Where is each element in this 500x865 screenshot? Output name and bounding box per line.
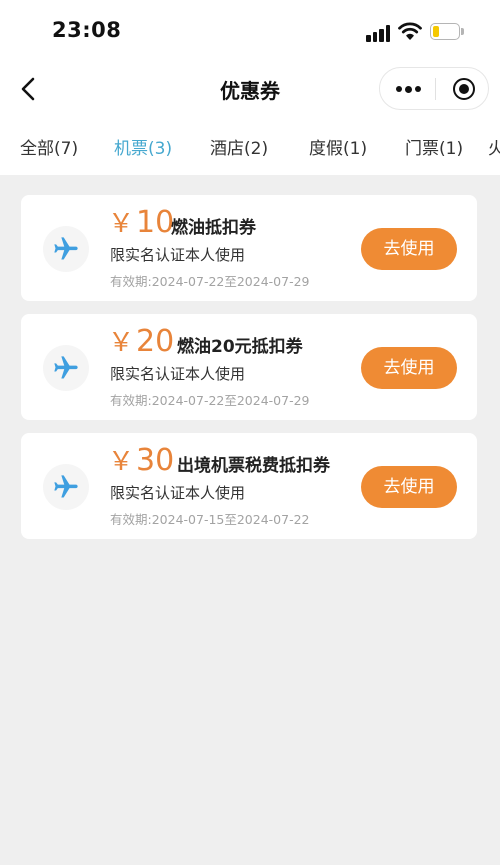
use-coupon-button[interactable]: 去使用: [361, 228, 457, 270]
status-bar: 23:08: [0, 0, 500, 62]
coupon-desc: 限实名认证本人使用: [110, 246, 246, 264]
status-time: 23:08: [52, 18, 122, 42]
coupon-amount: ￥30: [108, 441, 174, 478]
coupon-title: 燃油20元抵扣券: [177, 337, 303, 357]
tab-hotels[interactable]: 酒店(2): [210, 134, 268, 159]
wifi-icon: [398, 21, 422, 41]
coupon-title: 出境机票税费抵扣券: [177, 456, 330, 476]
tab-vacation[interactable]: 度假(1): [309, 134, 367, 159]
back-button[interactable]: [16, 74, 42, 104]
chevron-left-icon: [21, 77, 35, 101]
amount-value: 10: [136, 205, 175, 240]
coupon-validity: 有效期:2024-07-22至2024-07-29: [110, 393, 310, 408]
target-circle-icon[interactable]: [453, 78, 475, 100]
coupon-validity: 有效期:2024-07-15至2024-07-22: [110, 512, 310, 527]
tab-train-partial[interactable]: 火: [488, 134, 500, 159]
category-tabs: 全部(7) 机票(3) 酒店(2) 度假(1) 门票(1) 火: [0, 124, 500, 168]
nav-bar: 优惠券: [0, 62, 500, 118]
miniprogram-capsule: [379, 67, 489, 110]
airplane-icon: [43, 345, 89, 391]
use-coupon-button[interactable]: 去使用: [361, 347, 457, 389]
currency-symbol: ￥: [108, 209, 135, 239]
capsule-divider: [435, 78, 436, 100]
currency-symbol: ￥: [108, 447, 135, 477]
cellular-signal-icon: [366, 24, 392, 42]
tab-all[interactable]: 全部(7): [20, 134, 78, 159]
coupon-desc: 限实名认证本人使用: [110, 484, 246, 502]
coupon-amount: ￥10: [108, 203, 174, 240]
use-coupon-button[interactable]: 去使用: [361, 466, 457, 508]
coupon-title: 燃油抵扣券: [171, 218, 256, 238]
airplane-icon: [43, 226, 89, 272]
page-title: 优惠券: [220, 79, 280, 103]
coupon-card: ￥10 燃油抵扣券 限实名认证本人使用 有效期:2024-07-22至2024-…: [21, 195, 477, 301]
coupon-card: ￥30 出境机票税费抵扣券 限实名认证本人使用 有效期:2024-07-15至2…: [21, 433, 477, 539]
tab-flights[interactable]: 机票(3): [114, 134, 172, 159]
coupon-desc: 限实名认证本人使用: [110, 365, 246, 383]
coupon-card: ￥20 燃油20元抵扣券 限实名认证本人使用 有效期:2024-07-22至20…: [21, 314, 477, 420]
tab-tickets[interactable]: 门票(1): [405, 134, 463, 159]
coupon-validity: 有效期:2024-07-22至2024-07-29: [110, 274, 310, 289]
more-dots-icon[interactable]: [380, 68, 435, 109]
airplane-icon: [43, 464, 89, 510]
currency-symbol: ￥: [108, 328, 135, 358]
coupon-amount: ￥20: [108, 322, 174, 359]
top-panel: 23:08 优惠券 全部(7) 机票(3) 酒店(2) 度假(1) 门票(1) …: [0, 0, 500, 175]
battery-icon: [430, 23, 464, 41]
amount-value: 20: [136, 324, 175, 359]
amount-value: 30: [136, 443, 175, 478]
